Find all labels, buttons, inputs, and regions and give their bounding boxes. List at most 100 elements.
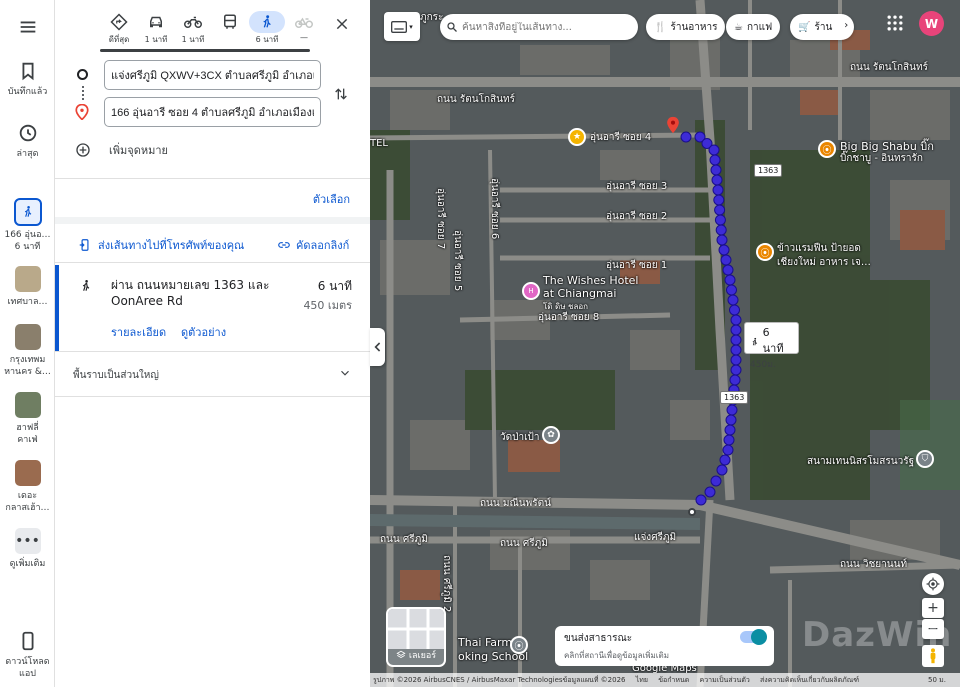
route-dot bbox=[720, 254, 732, 266]
mode-car[interactable]: 1 นาที bbox=[138, 11, 174, 46]
route-dot bbox=[725, 414, 737, 426]
recent-button[interactable]: ล่าสุด bbox=[0, 122, 55, 160]
origin-dot-icon bbox=[77, 69, 88, 80]
recent-item-label: กรุงเทพม bbox=[9, 355, 46, 365]
preview-button[interactable]: ดูตัวอย่าง bbox=[181, 323, 226, 341]
send-to-phone-button[interactable]: ส่งเส้นทางไปที่โทรศัพท์ของคุณ bbox=[78, 236, 244, 254]
transit-card[interactable]: ขนส่งสาธารณะ คลิกที่สถานีเพื่อดูข้อมูลเพ… bbox=[555, 626, 774, 666]
mode-transit[interactable] bbox=[212, 11, 248, 33]
school-poi-icon[interactable]: ⦿ bbox=[510, 636, 528, 654]
road-label: ถนน ศรีภูมิ 2 bbox=[441, 555, 452, 613]
place-label: โดิ ดิษ ชลอก bbox=[543, 302, 589, 311]
menu-button[interactable] bbox=[0, 16, 55, 42]
chip-shopping[interactable]: 🛒 ร้าน › bbox=[790, 14, 855, 40]
origin-field[interactable] bbox=[104, 60, 321, 90]
close-directions-button[interactable] bbox=[331, 13, 353, 35]
street-label: อุ่นอารี ซอย 1 bbox=[606, 260, 668, 271]
chip-label: ร้าน bbox=[814, 21, 833, 33]
details-button[interactable]: รายละเอียด bbox=[111, 323, 166, 341]
sports-poi-icon[interactable]: ⛉ bbox=[916, 450, 934, 468]
route-dot bbox=[730, 324, 742, 336]
road-shield: 1363 bbox=[754, 164, 783, 177]
divider bbox=[55, 396, 370, 397]
options-button[interactable]: ตัวเลือก bbox=[313, 190, 350, 208]
chip-label: ร้านอาหาร bbox=[670, 21, 718, 33]
mode-walk[interactable]: 6 นาที bbox=[249, 11, 285, 46]
recent-item-happy-cafe[interactable]: ฮาฟลี่ คาเฟ่ bbox=[0, 392, 55, 446]
travel-mode-bar: ดีที่สุด 1 นาที 1 นาที 6 นาที — bbox=[55, 8, 370, 52]
transit-subtitle: คลิกที่สถานีเพื่อดูข้อมูลเพิ่มเติม bbox=[564, 651, 669, 660]
download-app-button[interactable]: ดาวน์โหลด แอป bbox=[0, 630, 55, 680]
street-label: อุ่นอารี ซอย 3 bbox=[606, 181, 668, 192]
mode-best[interactable]: ดีที่สุด bbox=[101, 11, 137, 46]
route-dot bbox=[730, 354, 742, 366]
recent-item-municipality[interactable]: เทศบาล… bbox=[0, 266, 55, 308]
destination-field[interactable] bbox=[104, 97, 321, 127]
terrain-row[interactable]: พื้นราบเป็นส่วนใหญ่ bbox=[55, 360, 370, 390]
chip-restaurants[interactable]: 🍴 ร้านอาหาร bbox=[646, 14, 726, 40]
place-label: วัดป่าเป้า bbox=[500, 432, 540, 443]
privacy-link[interactable]: ความเป็นส่วนตัว bbox=[700, 676, 750, 684]
route-dot bbox=[719, 454, 731, 466]
my-location-button[interactable] bbox=[922, 573, 944, 595]
language-link[interactable]: ไทย bbox=[636, 676, 648, 684]
collapse-panel-button[interactable] bbox=[370, 328, 385, 366]
more-button[interactable]: ••• ดูเพิ่มเติม bbox=[0, 528, 55, 570]
recent-item-glasshouse[interactable]: เดอะ กลาสเฮ้า… bbox=[0, 460, 55, 514]
copy-link-button[interactable]: คัดลอกลิงก์ bbox=[277, 236, 349, 254]
place-label: สนามเทนนิสรโมสรนวรัฐ bbox=[807, 456, 915, 467]
restaurant-poi-icon[interactable]: ⦿ bbox=[818, 140, 836, 158]
route-dot bbox=[715, 224, 727, 236]
road-label: ถนน ศรีภูมิ bbox=[500, 538, 548, 549]
layers-button[interactable]: เลเยอร์ bbox=[386, 607, 446, 667]
route-dot bbox=[714, 214, 726, 226]
keyboard-icon bbox=[391, 20, 408, 33]
destination-marker-icon[interactable] bbox=[666, 116, 680, 134]
route-search-box[interactable] bbox=[440, 14, 638, 40]
walk-icon bbox=[24, 206, 31, 217]
route-info-bubble[interactable]: 6 นาที 450ม. bbox=[744, 322, 799, 370]
layers-label: เลเยอร์ bbox=[408, 651, 437, 661]
origin-marker[interactable] bbox=[688, 508, 696, 516]
chevron-right-icon[interactable]: › bbox=[844, 20, 848, 31]
copy-link-label: คัดลอกลิงก์ bbox=[296, 239, 350, 252]
mode-bike[interactable]: — bbox=[286, 11, 322, 42]
terms-link[interactable]: ข้อกำหนด bbox=[658, 676, 689, 684]
history-icon bbox=[19, 124, 36, 142]
bike-icon bbox=[295, 17, 313, 28]
my-location-icon bbox=[926, 577, 940, 591]
feedback-link[interactable]: ส่งความคิดเห็นเกี่ยวกับผลิตภัณฑ์ bbox=[760, 676, 859, 684]
route-distance: 450 เมตร bbox=[303, 299, 352, 312]
route-time: 6 นาที bbox=[317, 279, 352, 293]
add-destination-button[interactable]: เพิ่มจุดหมาย bbox=[75, 140, 168, 160]
walk-thumb bbox=[13, 198, 42, 226]
transit-toggle[interactable] bbox=[740, 629, 767, 645]
route-card[interactable]: ผ่าน ถนนหมายเลข 1363 และ OonAree Rd 6 นา… bbox=[55, 265, 370, 351]
imagery-credit: รูปภาพ ©2026 AirbusCNES / AirbusMaxar Te… bbox=[373, 676, 626, 684]
apps-grid-icon[interactable] bbox=[885, 13, 905, 33]
account-avatar[interactable]: W bbox=[919, 11, 944, 36]
place-label: แจ่งศรีภูมิ bbox=[634, 532, 677, 543]
temple-poi-icon[interactable]: ✿ bbox=[542, 426, 560, 444]
star-poi-icon[interactable]: ★ bbox=[568, 128, 586, 146]
transit-title: ขนส่งสาธารณะ bbox=[564, 633, 633, 644]
route-search-input[interactable] bbox=[462, 21, 630, 33]
swap-button[interactable] bbox=[329, 82, 353, 106]
recent-item-label: ฮาฟลี่ bbox=[16, 423, 39, 433]
chip-coffee[interactable]: ☕ กาแฟ bbox=[726, 14, 781, 40]
map-type-button[interactable]: ▾ bbox=[384, 12, 420, 41]
recent-item-bangkok[interactable]: กรุงเทพม หานคร &… bbox=[0, 324, 55, 378]
map-canvas[interactable]: ภูกระ ถนน รัตนโกสินทร์ ถนน รัตนโกสินทร์ … bbox=[370, 0, 960, 687]
share-row: ส่งเส้นทางไปที่โทรศัพท์ของคุณ คัดลอกลิงก… bbox=[55, 234, 370, 256]
phone-icon bbox=[22, 631, 33, 651]
route-dot bbox=[730, 314, 742, 326]
recent-item-route[interactable]: 166 อุ่นอ… 6 นาที bbox=[0, 198, 55, 253]
mode-motorbike[interactable]: 1 นาที bbox=[175, 11, 211, 46]
restaurant-poi-icon[interactable]: ⦿ bbox=[756, 243, 774, 261]
hotel-poi-icon[interactable]: H bbox=[522, 282, 540, 300]
saved-button[interactable]: บันทึกแล้ว bbox=[0, 60, 55, 98]
swap-vertical-icon bbox=[335, 88, 347, 100]
place-label: at Chiangmai bbox=[543, 287, 617, 300]
road-label: ถนน ศรีภูมิ bbox=[380, 534, 428, 545]
map-label: TEL bbox=[370, 138, 388, 149]
